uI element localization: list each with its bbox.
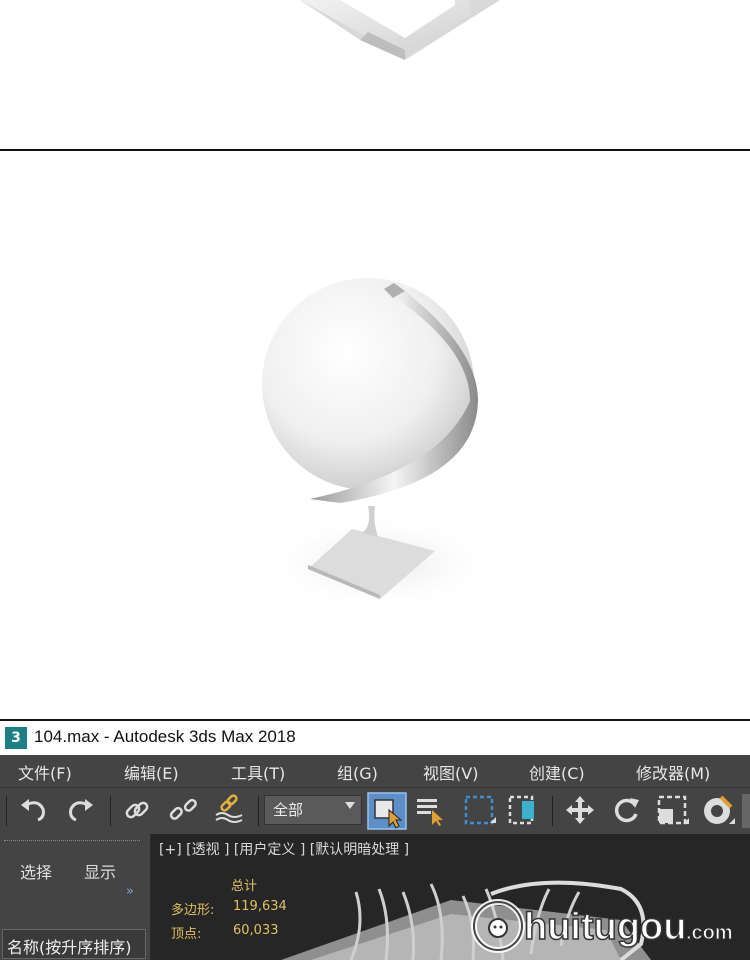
snap-icon[interactable] [701, 793, 735, 827]
title-bar[interactable]: 3 104.max - Autodesk 3ds Max 2018 [0, 721, 750, 755]
menu-create[interactable]: 创建(C) [529, 760, 585, 784]
selection-filter-dropdown[interactable]: 全部 [264, 795, 362, 825]
menu-modifiers[interactable]: 修改器(M) [636, 760, 710, 784]
stats-header: 总计 [231, 879, 258, 894]
selection-filter-value: 全部 [273, 801, 304, 819]
stats-vertices-label: 顶点: [171, 927, 202, 942]
menu-file[interactable]: 文件(F) [18, 760, 72, 784]
panel-grip[interactable] [4, 840, 140, 843]
move-icon[interactable] [563, 793, 597, 827]
chevron-down-icon [345, 802, 355, 809]
stats-polygons-label: 多边形: [171, 903, 215, 918]
menu-views[interactable]: 视图(V) [423, 760, 478, 784]
globe-render-panel [0, 151, 750, 719]
column-header-label: 名称(按升序排序) [7, 938, 132, 957]
select-by-name-icon[interactable] [414, 793, 448, 827]
toolbar-separator [552, 796, 553, 826]
watermark-text: huitugou [524, 906, 686, 948]
toolbar-separator [110, 796, 111, 826]
toolbar-overflow[interactable] [742, 794, 750, 828]
scale-icon[interactable] [655, 793, 689, 827]
globe-render-image [260, 278, 500, 611]
window-crossing-icon[interactable] [506, 793, 540, 827]
viewport-label[interactable]: [+] [透视 ] [用户定义 ] [默认明暗处理 ] [159, 839, 409, 859]
tab-display[interactable]: 显示 [84, 859, 116, 883]
scene-explorer: 选择 显示 » 名称(按升序排序) [0, 834, 151, 960]
huitugou-logo-icon: huitugou .com [471, 899, 733, 953]
tab-select[interactable]: 选择 [20, 859, 52, 883]
unlink-icon[interactable] [166, 793, 200, 827]
menu-edit[interactable]: 编辑(E) [124, 760, 179, 784]
rotate-icon[interactable] [610, 793, 644, 827]
menu-bar: 文件(F) 编辑(E) 工具(T) 组(G) 视图(V) 创建(C) 修改器(M… [0, 755, 750, 787]
toolbar-grip [6, 796, 7, 826]
watermark-logo: huitugou .com [468, 895, 748, 957]
chevron-right-icon[interactable]: » [126, 884, 134, 899]
menu-tools[interactable]: 工具(T) [231, 760, 285, 784]
toolbar-separator [258, 796, 259, 826]
stats-vertices-value: 60,033 [233, 923, 279, 938]
main-toolbar: 全部 [0, 787, 750, 834]
window-title: 104.max - Autodesk 3ds Max 2018 [34, 727, 296, 746]
bind-space-warp-icon[interactable] [212, 793, 246, 827]
select-object-icon[interactable] [367, 792, 407, 830]
undo-icon[interactable] [16, 793, 50, 827]
top-render-panel [0, 0, 750, 150]
menu-group[interactable]: 组(G) [337, 760, 378, 784]
column-header-name[interactable]: 名称(按升序排序) [2, 929, 146, 959]
rect-region-icon[interactable] [462, 793, 496, 827]
watermark-suffix: .com [686, 922, 733, 944]
link-icon[interactable] [120, 793, 154, 827]
stats-polygons-value: 119,634 [233, 899, 287, 914]
redo-icon[interactable] [64, 793, 98, 827]
app-icon[interactable]: 3 [5, 727, 27, 749]
frame-render-image [300, 0, 500, 60]
